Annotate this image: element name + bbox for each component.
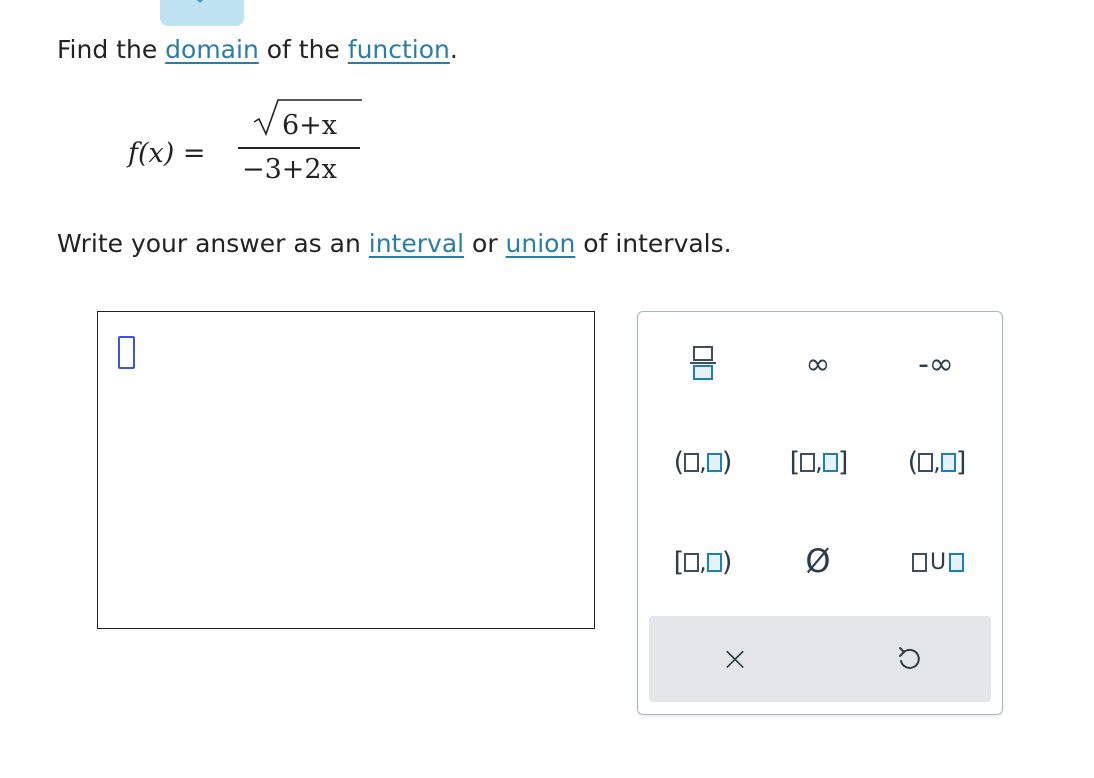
union-symbol: U — [929, 549, 947, 575]
prompt-middle: of the — [258, 35, 348, 64]
union-button[interactable]: U — [900, 540, 976, 584]
answer-input[interactable] — [97, 311, 595, 629]
question-prompt: Find the domain of the function. — [57, 35, 458, 65]
open-interval-button[interactable]: (,) — [658, 440, 748, 484]
negative-infinity-button[interactable]: -∞ — [900, 342, 972, 386]
prompt-prefix: Find the — [57, 35, 166, 64]
undo-button[interactable] — [879, 636, 939, 682]
fraction-denominator: −3+2x — [242, 154, 337, 185]
answer-instruction-middle: or — [464, 229, 506, 258]
clear-button[interactable]: × — [705, 636, 765, 682]
infinity-button[interactable]: ∞ — [788, 342, 848, 386]
chevron-down-icon — [196, 0, 204, 3]
fraction-bar — [238, 147, 360, 149]
cursor-placeholder — [118, 336, 135, 369]
left-open-right-closed-button[interactable]: (,] — [892, 440, 982, 484]
fraction-icon — [690, 346, 716, 380]
palette-footer: × — [649, 616, 991, 702]
left-closed-right-open-button[interactable]: [,) — [658, 540, 748, 584]
answer-instruction-suffix: of intervals. — [575, 229, 732, 258]
interval-link[interactable]: interval — [369, 229, 464, 258]
function-link[interactable]: function — [348, 35, 450, 64]
collapse-tab[interactable] — [160, 0, 244, 26]
empty-set-button[interactable]: Ø — [788, 538, 848, 584]
function-lhs: f(x) = — [128, 138, 206, 169]
fraction-button[interactable] — [678, 332, 728, 394]
numerator-expression: 6+x — [282, 110, 338, 141]
answer-instruction-prefix: Write your answer as an — [57, 229, 369, 258]
answer-instruction: Write your answer as an interval or unio… — [57, 229, 732, 259]
prompt-suffix: . — [449, 35, 458, 64]
math-palette: ∞ -∞ (,) [,] (,] [,) Ø U × — [637, 311, 1003, 715]
domain-link[interactable]: domain — [165, 35, 259, 64]
closed-interval-button[interactable]: [,] — [774, 440, 864, 484]
union-link[interactable]: union — [506, 229, 576, 258]
undo-icon — [899, 647, 920, 669]
